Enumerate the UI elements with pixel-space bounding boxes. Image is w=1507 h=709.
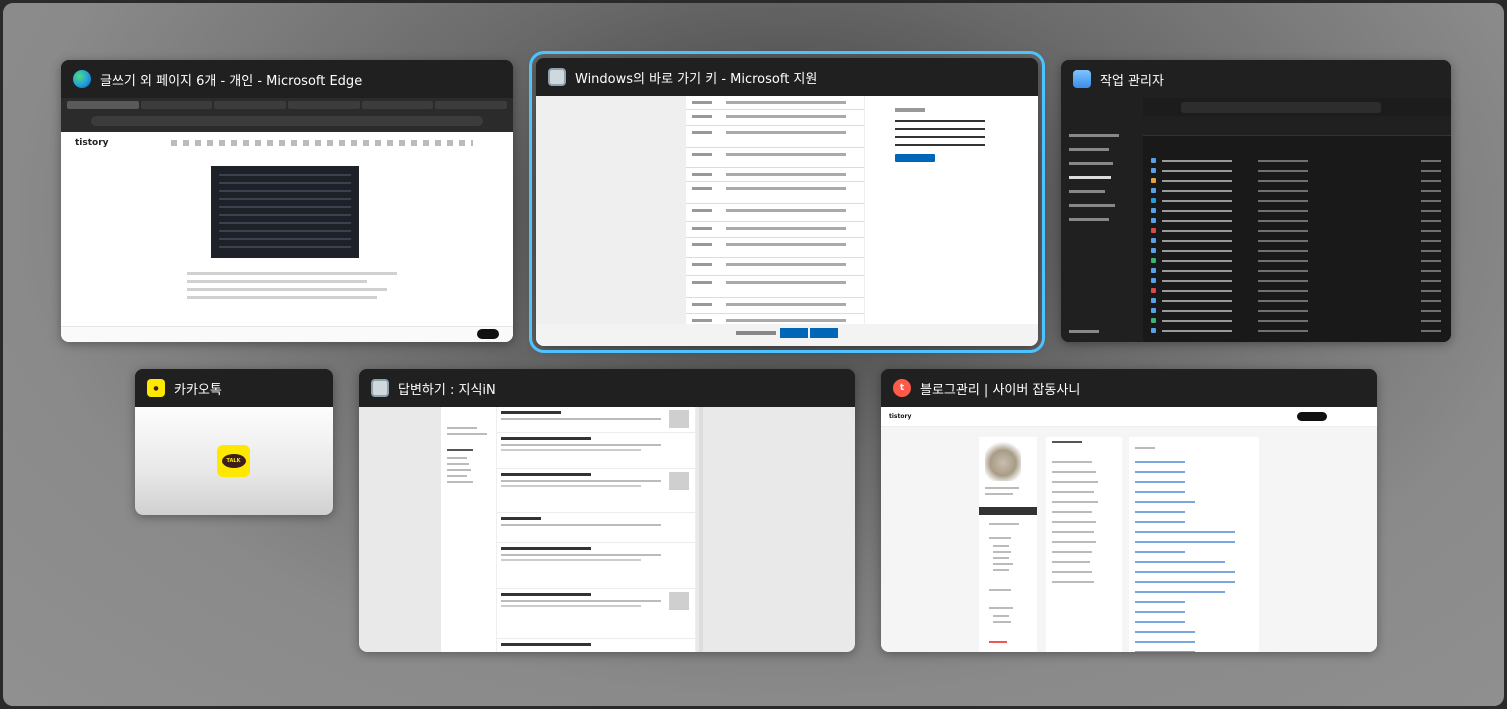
window-preview xyxy=(536,96,1038,346)
search-input xyxy=(1181,102,1381,113)
window-preview: TALK xyxy=(135,407,333,515)
page-content: tistory xyxy=(61,132,513,342)
kakaotalk-logo: TALK xyxy=(217,445,250,477)
window-thumbnail-blog[interactable]: t 블로그관리 | 사이버 잡동사니 tistory xyxy=(881,369,1377,652)
window-preview: tistory xyxy=(61,98,513,342)
window-preview: tistory xyxy=(881,407,1377,652)
window-title: 글쓰기 외 페이지 6개 - 개인 - Microsoft Edge xyxy=(100,73,363,89)
window-title: 답변하기 : 지식iN xyxy=(398,382,496,398)
profile-image xyxy=(985,441,1021,481)
window-titlebar: 글쓰기 외 페이지 6개 - 개인 - Microsoft Edge xyxy=(61,60,513,98)
window-titlebar: 답변하기 : 지식iN xyxy=(359,369,855,407)
window-preview xyxy=(359,407,855,652)
window-title: Windows의 바로 가기 키 - Microsoft 지원 xyxy=(575,71,818,87)
window-title: 작업 관리자 xyxy=(1100,73,1164,89)
browser-chrome xyxy=(61,98,513,132)
window-preview xyxy=(1061,98,1451,342)
window-thumbnail-task-manager[interactable]: 작업 관리자 xyxy=(1061,60,1451,342)
tistory-icon: t xyxy=(893,379,911,397)
task-switcher-overlay: 글쓰기 외 페이지 6개 - 개인 - Microsoft Edge tisto… xyxy=(3,3,1504,706)
tistory-logo: tistory xyxy=(889,413,912,420)
tm-sidebar xyxy=(1061,98,1143,342)
window-thumbnail-edge[interactable]: 글쓰기 외 페이지 6개 - 개인 - Microsoft Edge tisto… xyxy=(61,60,513,342)
window-titlebar: 작업 관리자 xyxy=(1061,60,1451,98)
kakaotalk-icon: ● xyxy=(147,379,165,397)
window-icon xyxy=(548,68,566,86)
feedback-bar xyxy=(536,324,1038,346)
embedded-screenshot xyxy=(211,166,359,258)
tistory-logo: tistory xyxy=(75,138,109,148)
window-titlebar: t 블로그관리 | 사이버 잡동사니 xyxy=(881,369,1377,407)
process-list xyxy=(1143,116,1451,342)
window-title: 카카오톡 xyxy=(174,382,222,398)
shortcut-table xyxy=(686,96,864,328)
window-thumbnail-kakaotalk[interactable]: ● 카카오톡 TALK xyxy=(135,369,333,515)
window-titlebar: ● 카카오톡 xyxy=(135,369,333,407)
blog-admin xyxy=(881,427,1377,652)
window-icon xyxy=(371,379,389,397)
window-title: 블로그관리 | 사이버 잡동사니 xyxy=(920,382,1081,398)
promo-card xyxy=(864,96,1038,324)
window-titlebar: Windows의 바로 가기 키 - Microsoft 지원 xyxy=(536,58,1038,96)
edge-icon xyxy=(73,70,91,88)
window-thumbnail-ms-support[interactable]: Windows의 바로 가기 키 - Microsoft 지원 xyxy=(529,51,1045,353)
task-manager-icon xyxy=(1073,70,1091,88)
question-list xyxy=(496,407,696,652)
window-thumbnail-kin[interactable]: 답변하기 : 지식iN xyxy=(359,369,855,652)
kakao-logo-text: TALK xyxy=(221,454,246,468)
